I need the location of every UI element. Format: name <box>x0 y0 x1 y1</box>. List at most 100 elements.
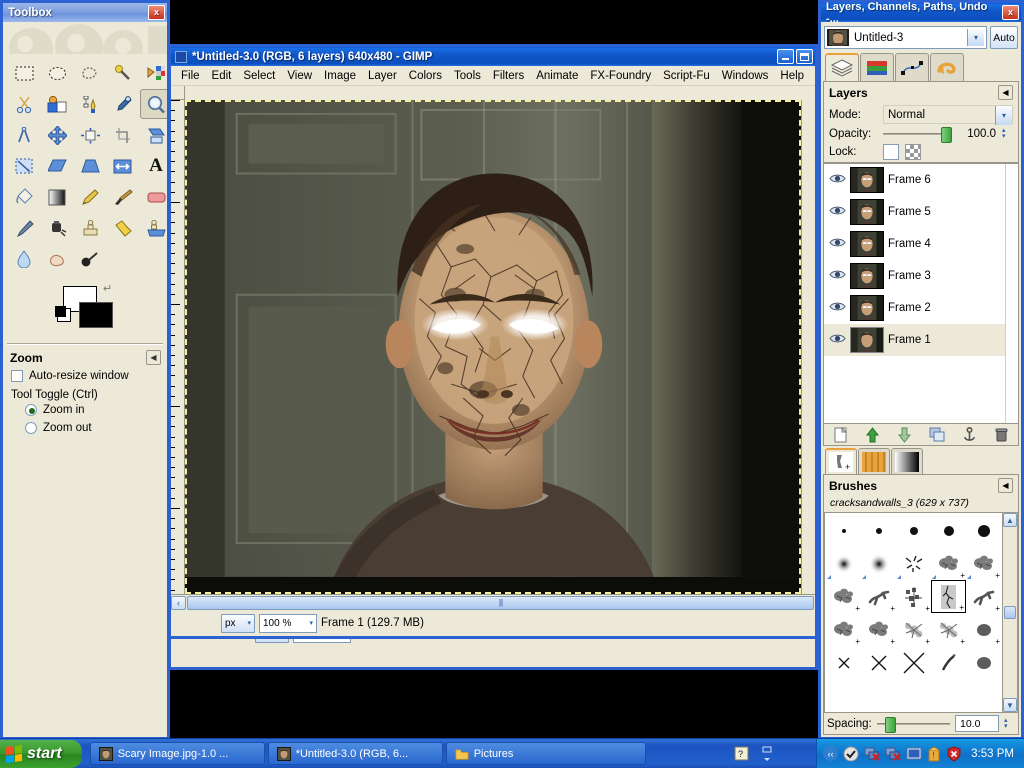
paintbrush-tool[interactable] <box>107 182 139 212</box>
brush-cell[interactable]: + <box>861 613 896 646</box>
update-icon[interactable]: ! <box>927 745 941 762</box>
menu-edit[interactable]: Edit <box>206 68 238 84</box>
brush-cell[interactable] <box>966 646 1001 679</box>
anchor-layer-button[interactable] <box>958 426 980 444</box>
lock-alpha-checkbox[interactable] <box>905 144 921 160</box>
image-window-titlebar[interactable]: *Untitled-3.0 (RGB, 6 layers) 640x480 - … <box>171 47 815 66</box>
maximize-icon[interactable] <box>796 49 813 64</box>
scroll-down-icon[interactable]: ▼ <box>1003 698 1017 712</box>
brush-cell[interactable] <box>896 646 931 679</box>
pencil-tool[interactable] <box>74 182 106 212</box>
taskbar-item-scary-image[interactable]: Scary Image.jpg-1.0 ... <box>89 742 265 765</box>
brush-cell[interactable] <box>896 547 931 580</box>
select-by-color-tool[interactable] <box>140 58 167 88</box>
brush-cell[interactable]: + <box>931 580 966 613</box>
brush-cell[interactable]: + <box>826 580 861 613</box>
layer-row[interactable]: Frame 2 <box>824 292 1005 324</box>
layer-buttons[interactable] <box>823 424 1019 446</box>
opacity-row[interactable]: Opacity: 100.0 ▴ ▾ <box>824 126 1018 143</box>
dodge-burn-tool[interactable] <box>74 244 106 274</box>
crop-tool[interactable] <box>107 120 139 150</box>
layer-row[interactable]: Frame 5 <box>824 196 1005 228</box>
zoom-in-radio-row[interactable]: Zoom in <box>3 401 167 419</box>
reset-colors-icon[interactable] <box>55 306 71 322</box>
color-picker-tool[interactable] <box>107 89 139 119</box>
collapse-icon[interactable]: ◀ <box>146 350 161 365</box>
shear-tool[interactable] <box>41 151 73 181</box>
layers-tab[interactable] <box>825 53 859 81</box>
menu-script-fu[interactable]: Script-Fu <box>657 68 716 84</box>
background-color-swatch[interactable] <box>79 302 113 328</box>
scroll-thumb[interactable]: |||| <box>187 595 814 610</box>
brush-cell[interactable]: + <box>861 580 896 613</box>
zoom-tool[interactable] <box>140 89 167 119</box>
undo-tab[interactable] <box>930 53 964 81</box>
duplicate-layer-button[interactable] <box>926 426 948 444</box>
dock-tabs[interactable] <box>823 53 1019 81</box>
network-disconnected-2-icon[interactable] <box>885 747 901 761</box>
brush-cell[interactable] <box>966 514 1001 547</box>
shield-ok-icon[interactable] <box>843 746 859 762</box>
close-icon[interactable]: x <box>1002 5 1019 20</box>
toolbar-handle-icon[interactable] <box>760 745 774 763</box>
layer-list[interactable]: Frame 6 Frame 5 Frame 4 Frame 3 Frame 2 Frame… <box>823 163 1019 424</box>
opacity-slider[interactable] <box>883 127 952 143</box>
menu-filters[interactable]: Filters <box>487 68 530 84</box>
spacing-slider[interactable] <box>876 716 950 733</box>
eye-icon[interactable] <box>828 205 846 219</box>
scissors-select-tool[interactable] <box>8 89 40 119</box>
channels-tab[interactable] <box>860 53 894 81</box>
scroll-left-icon[interactable]: ‹ <box>171 595 186 610</box>
close-icon[interactable]: x <box>148 5 165 20</box>
toolbox-window[interactable]: Toolbox x A ↵ Zoom ◀ Auto-resize window … <box>0 0 170 740</box>
paths-tool[interactable] <box>74 89 106 119</box>
brushes-tab[interactable]: + <box>825 448 857 474</box>
mode-row[interactable]: Mode: Normal ▾ <box>824 103 1018 126</box>
measure-tool[interactable] <box>8 120 40 150</box>
chevron-down-icon[interactable]: ▾ <box>995 106 1012 125</box>
paths-tab[interactable] <box>895 53 929 81</box>
layers-dock-window[interactable]: Layers, Channels, Paths, Undo -... x Unt… <box>818 0 1024 740</box>
menu-colors[interactable]: Colors <box>403 68 448 84</box>
lock-pixels-checkbox[interactable] <box>883 144 899 160</box>
taskbar-item-untitled-3[interactable]: *Untitled-3.0 (RGB, 6... <box>267 742 443 765</box>
brush-cell[interactable]: + <box>826 613 861 646</box>
move-tool[interactable] <box>41 120 73 150</box>
patterns-tab[interactable] <box>858 448 890 474</box>
display-icon[interactable] <box>906 747 922 761</box>
menu-windows[interactable]: Windows <box>716 68 775 84</box>
brush-dock-tabs[interactable]: + <box>823 446 1019 474</box>
auto-button[interactable]: Auto <box>990 26 1018 49</box>
canvas-vertical-scrollbar[interactable] <box>801 100 815 594</box>
brush-cell[interactable] <box>931 646 966 679</box>
foreground-select-tool[interactable] <box>41 89 73 119</box>
opacity-spinner[interactable]: ▴ ▾ <box>1002 127 1013 140</box>
gradients-tab[interactable] <box>891 448 923 474</box>
help-icon[interactable]: ? <box>734 746 750 762</box>
layer-row[interactable]: Frame 4 <box>824 228 1005 260</box>
network-disconnected-1-icon[interactable] <box>864 747 880 761</box>
eye-icon[interactable] <box>828 301 846 315</box>
start-button[interactable]: start <box>0 739 82 768</box>
layer-row[interactable]: Frame 1 <box>824 324 1005 356</box>
alignment-tool[interactable] <box>74 120 106 150</box>
eye-icon[interactable] <box>828 269 846 283</box>
taskbar[interactable]: start Scary Image.jpg-1.0 ... *Untitled-… <box>0 738 1024 768</box>
vertical-ruler[interactable] <box>171 100 185 594</box>
smudge-tool[interactable] <box>41 244 73 274</box>
brush-cell[interactable] <box>861 514 896 547</box>
free-select-tool[interactable] <box>74 58 106 88</box>
menu-select[interactable]: Select <box>237 68 281 84</box>
toolbox-titlebar[interactable]: Toolbox x <box>3 3 167 22</box>
brush-cell[interactable] <box>861 547 896 580</box>
chevron-down-icon[interactable]: ▾ <box>967 29 984 46</box>
spacing-row[interactable]: Spacing: 10.0 ▴ ▾ <box>824 713 1018 734</box>
brush-grid-wrap[interactable]: + + + + + + + + + + + + ▲ ▼ <box>824 512 1018 713</box>
delete-layer-button[interactable] <box>991 426 1013 444</box>
brush-cell[interactable] <box>826 547 861 580</box>
brush-cell[interactable] <box>826 514 861 547</box>
layer-list-scrollbar[interactable] <box>1005 164 1018 423</box>
flip-tool[interactable] <box>107 151 139 181</box>
menu-layer[interactable]: Layer <box>362 68 403 84</box>
ellipse-select-tool[interactable] <box>41 58 73 88</box>
